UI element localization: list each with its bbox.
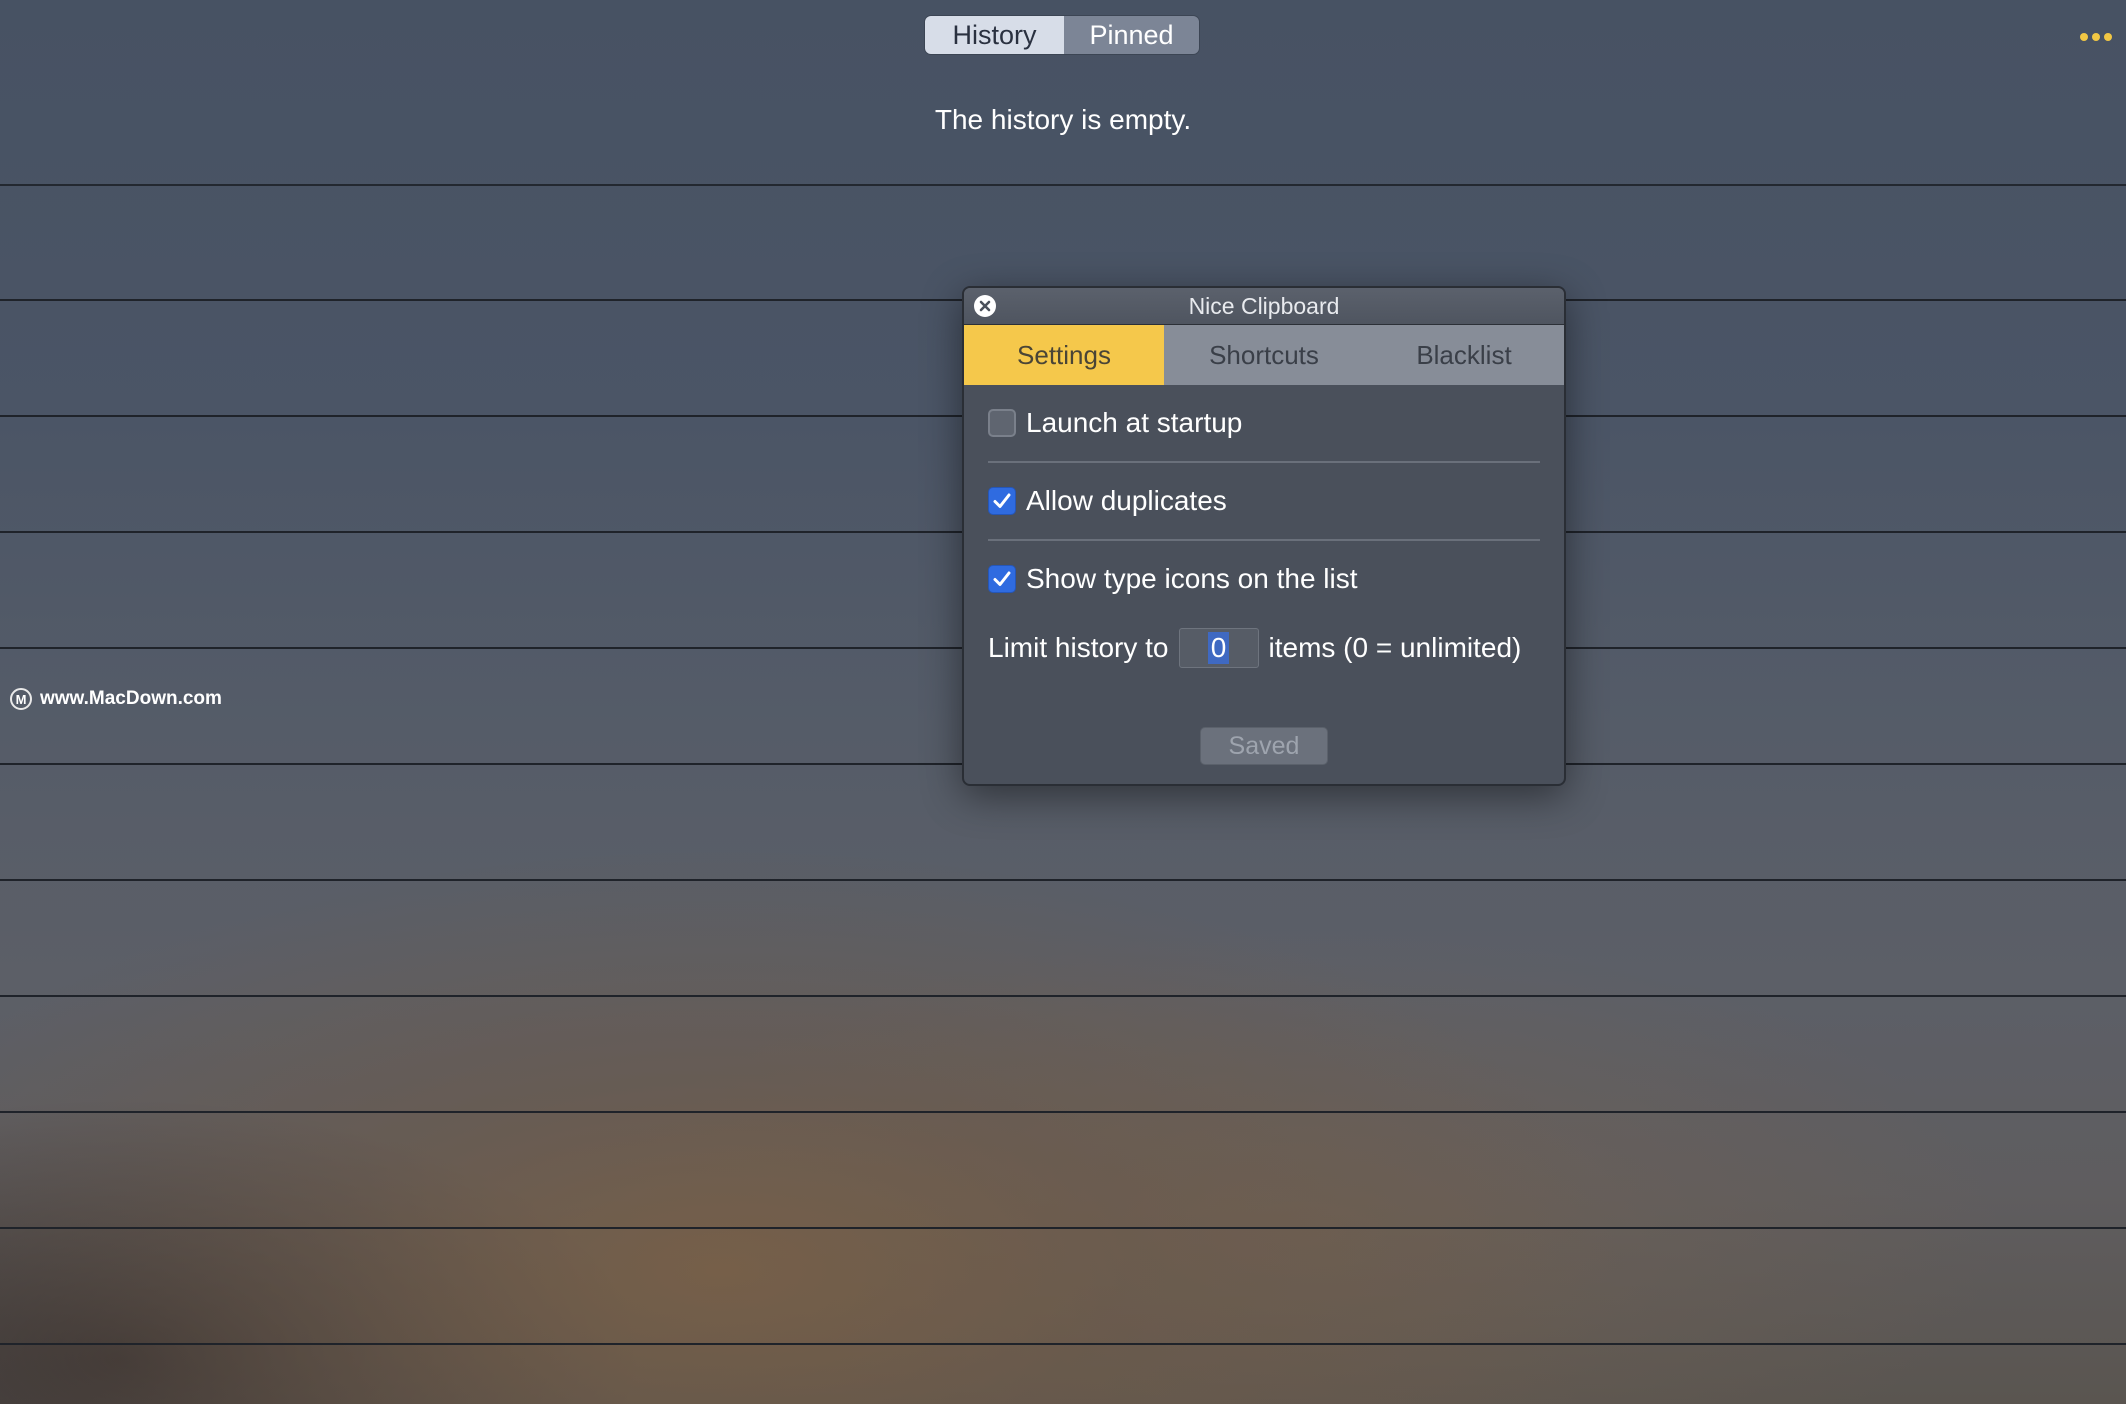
saved-button[interactable]: Saved: [1200, 727, 1328, 765]
empty-history-message: The history is empty.: [934, 104, 1192, 135]
dialog-tabs: Settings Shortcuts Blacklist: [964, 325, 1564, 385]
option-label: Show type icons on the list: [1026, 563, 1358, 594]
show-type-icons-checkbox[interactable]: [988, 565, 1016, 593]
option-allow-duplicates: Allow duplicates: [988, 463, 1540, 541]
option-label: Launch at startup: [1026, 407, 1243, 438]
row-divider: [0, 1343, 2126, 1345]
settings-content: Launch at startup Allow duplicates Show …: [964, 385, 1564, 765]
dialog-titlebar[interactable]: Nice Clipboard: [964, 288, 1564, 325]
settings-dialog: Nice Clipboard Settings Shortcuts Blackl…: [962, 286, 1566, 786]
launch-at-startup-checkbox[interactable]: [988, 409, 1016, 437]
option-show-type-icons: Show type icons on the list: [988, 541, 1540, 617]
dot: [2104, 33, 2112, 41]
allow-duplicates-checkbox[interactable]: [988, 487, 1016, 515]
tab-shortcuts[interactable]: Shortcuts: [1164, 325, 1364, 385]
segment-history[interactable]: History: [925, 16, 1064, 54]
macdown-logo-icon: M: [10, 688, 32, 710]
tab-settings[interactable]: Settings: [964, 325, 1164, 385]
limit-value: 0: [1207, 632, 1230, 664]
limit-history-row: Limit history to 0 items (0 = unlimited): [988, 619, 1540, 677]
limit-prefix-label: Limit history to: [988, 632, 1169, 663]
ellipsis-icon[interactable]: [2080, 30, 2116, 44]
row-divider: [0, 995, 2126, 997]
checkmark-icon: [993, 493, 1011, 508]
limit-history-input[interactable]: 0: [1178, 628, 1259, 668]
watermark: M www.MacDown.com: [10, 688, 222, 710]
row-divider: [0, 1111, 2126, 1113]
row-divider: [0, 1227, 2126, 1229]
limit-suffix-label: items (0 = unlimited): [1268, 632, 1522, 663]
saved-wrap: Saved: [988, 727, 1540, 765]
checkmark-icon: [993, 571, 1011, 586]
dot: [2092, 33, 2100, 41]
view-segmented-control: History Pinned: [925, 16, 1199, 54]
dot: [2080, 33, 2088, 41]
tab-blacklist[interactable]: Blacklist: [1364, 325, 1564, 385]
close-icon[interactable]: [974, 295, 996, 317]
row-divider: [0, 879, 2126, 881]
option-label: Allow duplicates: [1026, 485, 1227, 516]
history-header: History Pinned The history is empty.: [0, 0, 2126, 186]
watermark-text: www.MacDown.com: [40, 688, 222, 709]
segment-pinned[interactable]: Pinned: [1064, 16, 1199, 54]
option-launch-at-startup: Launch at startup: [988, 385, 1540, 463]
dialog-title: Nice Clipboard: [1188, 292, 1340, 319]
